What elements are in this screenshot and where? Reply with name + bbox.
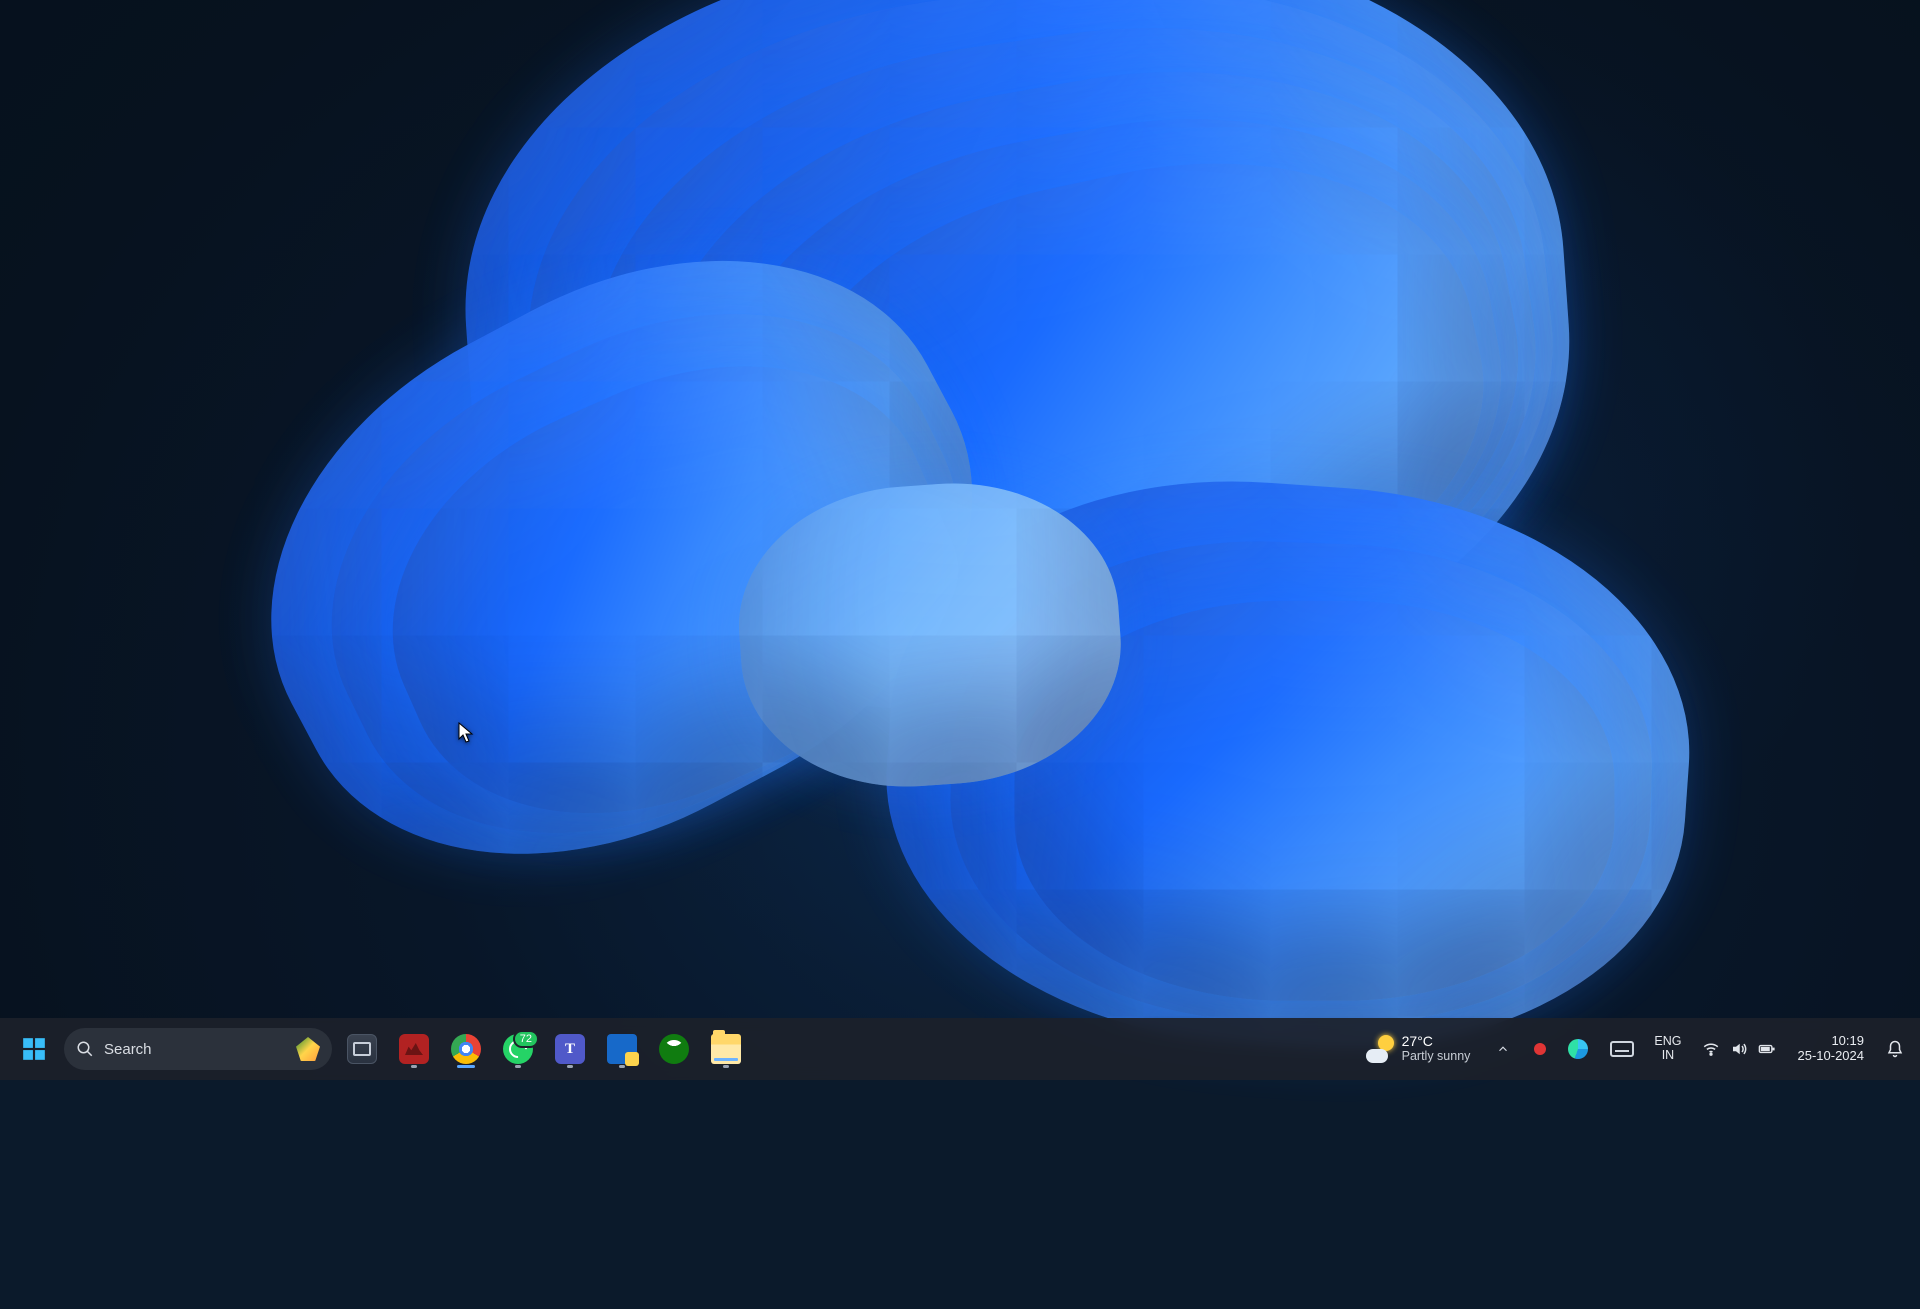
- notifications-button[interactable]: [1880, 1027, 1910, 1071]
- taskbar-app-chrome[interactable]: [444, 1027, 488, 1071]
- taskbar-search[interactable]: Search: [64, 1028, 332, 1070]
- mouse-cursor-icon: [458, 722, 474, 749]
- taskbar-app-file-explorer[interactable]: [704, 1027, 748, 1071]
- language-region: IN: [1662, 1049, 1675, 1063]
- keyboard-icon: [1610, 1041, 1634, 1057]
- recording-dot-icon: [1534, 1043, 1546, 1055]
- clock-button[interactable]: 10:19 25-10-2024: [1792, 1027, 1871, 1071]
- chrome-icon: [451, 1034, 481, 1064]
- weather-temperature: 27°C: [1402, 1034, 1471, 1049]
- taskbar-app-quickassist[interactable]: [600, 1027, 644, 1071]
- weather-partly-sunny-icon: [1366, 1035, 1394, 1063]
- bell-icon: [1886, 1039, 1904, 1059]
- volume-icon: [1730, 1040, 1748, 1058]
- tray-icon-recording[interactable]: [1528, 1027, 1552, 1071]
- quick-assist-icon: [607, 1034, 637, 1064]
- task-view-icon: [347, 1034, 377, 1064]
- search-placeholder: Search: [104, 1041, 152, 1058]
- battery-icon: [1758, 1040, 1776, 1058]
- start-button[interactable]: [12, 1027, 56, 1071]
- file-explorer-icon: [711, 1034, 741, 1064]
- whatsapp-icon: 72: [503, 1034, 533, 1064]
- search-highlight-icon: [296, 1037, 320, 1061]
- language-code: ENG: [1654, 1035, 1681, 1049]
- taskbar-app-teams[interactable]: [548, 1027, 592, 1071]
- language-switcher[interactable]: ENG IN: [1650, 1027, 1685, 1071]
- chevron-up-icon: [1496, 1042, 1510, 1056]
- search-icon: [76, 1040, 94, 1058]
- task-view-button[interactable]: [340, 1027, 384, 1071]
- tray-icon-touch-keyboard[interactable]: [1604, 1027, 1640, 1071]
- weather-condition: Partly sunny: [1402, 1050, 1471, 1064]
- windows-logo-icon: [21, 1036, 47, 1062]
- xbox-icon: [659, 1034, 689, 1064]
- teams-icon: [555, 1034, 585, 1064]
- whatsapp-badge: 72: [513, 1030, 539, 1048]
- clock-time: 10:19: [1831, 1034, 1864, 1049]
- tray-overflow-button[interactable]: [1488, 1027, 1518, 1071]
- tray-icon-edge[interactable]: [1562, 1027, 1594, 1071]
- taskbar-app-xbox[interactable]: [652, 1027, 696, 1071]
- clock-date: 25-10-2024: [1798, 1049, 1865, 1064]
- wifi-icon: [1702, 1040, 1720, 1058]
- taskbar: Search 72 27°C Partly sunny: [0, 1018, 1920, 1080]
- quick-settings-button[interactable]: [1696, 1027, 1782, 1071]
- taskbar-app-whatsapp[interactable]: 72: [496, 1027, 540, 1071]
- taskbar-app-red[interactable]: [392, 1027, 436, 1071]
- weather-widget[interactable]: 27°C Partly sunny: [1358, 1027, 1479, 1071]
- edge-icon: [1568, 1039, 1588, 1059]
- red-app-icon: [399, 1034, 429, 1064]
